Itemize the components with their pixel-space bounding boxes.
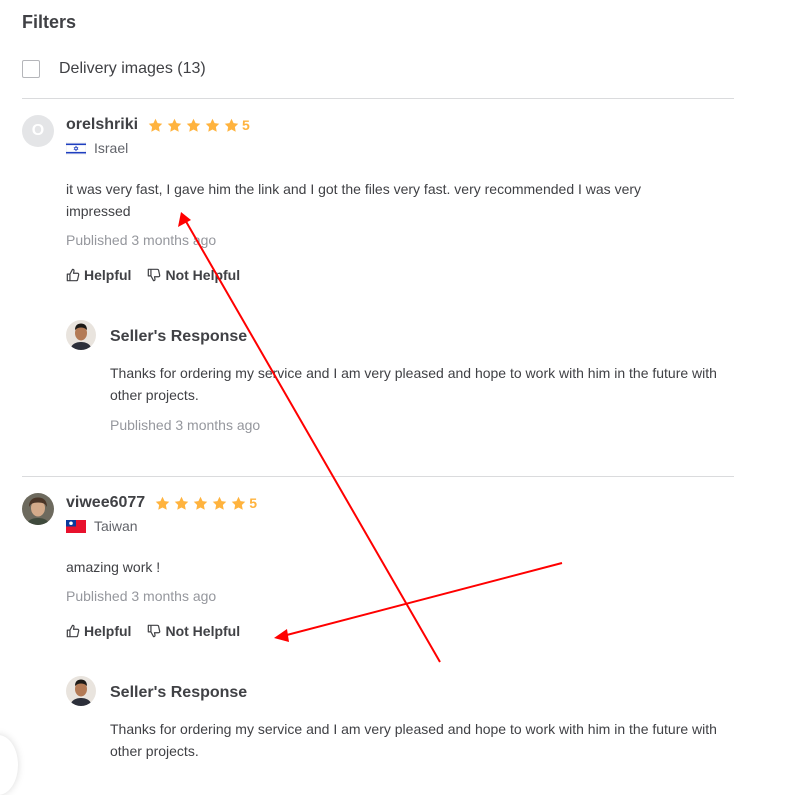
divider	[22, 476, 734, 477]
israel-flag-icon	[66, 141, 86, 155]
taiwan-flag-icon	[66, 519, 86, 533]
seller-response-text: Thanks for ordering my service and I am …	[110, 721, 717, 759]
delivery-images-filter[interactable]: Delivery images (13)	[22, 60, 206, 78]
seller-avatar	[66, 320, 96, 350]
review-item: O orelshriki 5 Israel it was very fast, …	[22, 115, 734, 455]
review-actions: Helpful Not Helpful	[66, 267, 240, 283]
star-rating: 5	[155, 495, 257, 511]
star-icon	[174, 496, 189, 510]
star-icon	[148, 118, 163, 132]
not-helpful-label: Not Helpful	[165, 623, 241, 639]
not-helpful-button[interactable]: Not Helpful	[147, 267, 240, 283]
reviewer-country-line: Taiwan	[66, 518, 138, 534]
thumbs-down-icon	[148, 624, 161, 638]
star-rating: 5	[148, 117, 250, 133]
review-text: amazing work !	[66, 559, 161, 575]
star-icon	[224, 118, 239, 132]
review-published-date: Published 3 months ago	[66, 232, 217, 248]
reviewer-name-line: orelshriki 5	[66, 115, 250, 135]
star-icon	[186, 118, 201, 132]
star-icon	[167, 118, 182, 132]
helpful-label: Helpful	[84, 267, 132, 283]
thumbs-up-icon	[66, 268, 80, 282]
seller-response-title: Seller's Response	[110, 328, 248, 345]
reviewer-country-line: Israel	[66, 140, 128, 156]
divider	[22, 98, 734, 99]
avatar	[22, 493, 54, 525]
reviewer-country: Israel	[94, 140, 129, 156]
seller-response-text: Thanks for ordering my service and I am …	[110, 365, 717, 403]
star-icon	[212, 496, 227, 510]
helpful-button[interactable]: Helpful	[66, 623, 131, 639]
seller-response: Seller's Response Thanks for ordering my…	[66, 320, 734, 450]
delivery-images-checkbox[interactable]	[22, 60, 40, 78]
floating-chat-bubble[interactable]	[0, 735, 18, 795]
not-helpful-button[interactable]: Not Helpful	[147, 623, 240, 639]
seller-response-title: Seller's Response	[110, 684, 248, 701]
review-published-date: Published 3 months ago	[66, 588, 217, 604]
seller-response: Seller's Response Thanks for ordering my…	[66, 676, 734, 775]
review-item: viwee6077 5 Taiwan amazing work ! Publis…	[22, 493, 734, 775]
seller-response-published-date: Published 3 months ago	[110, 417, 261, 433]
star-icon	[155, 496, 170, 510]
filters-title: Filters	[22, 12, 77, 32]
star-icon	[231, 496, 246, 510]
delivery-images-label: Delivery images (13)	[59, 60, 206, 77]
thumbs-down-icon	[148, 268, 161, 282]
review-text: it was very fast, I gave him the link an…	[66, 181, 642, 219]
reviewer-name-line: viwee6077 5	[66, 493, 257, 513]
avatar: O	[22, 115, 54, 147]
reviewer-username[interactable]: orelshriki	[66, 116, 138, 134]
thumbs-up-icon	[66, 624, 80, 638]
reviewer-username[interactable]: viwee6077	[66, 494, 145, 512]
seller-avatar	[66, 676, 96, 706]
star-icon	[205, 118, 220, 132]
rating-value: 5	[242, 117, 250, 133]
not-helpful-label: Not Helpful	[165, 267, 241, 283]
reviewer-country: Taiwan	[94, 518, 138, 534]
helpful-label: Helpful	[84, 623, 132, 639]
helpful-button[interactable]: Helpful	[66, 267, 131, 283]
rating-value: 5	[249, 495, 257, 511]
star-icon	[193, 496, 208, 510]
review-actions: Helpful Not Helpful	[66, 623, 240, 639]
